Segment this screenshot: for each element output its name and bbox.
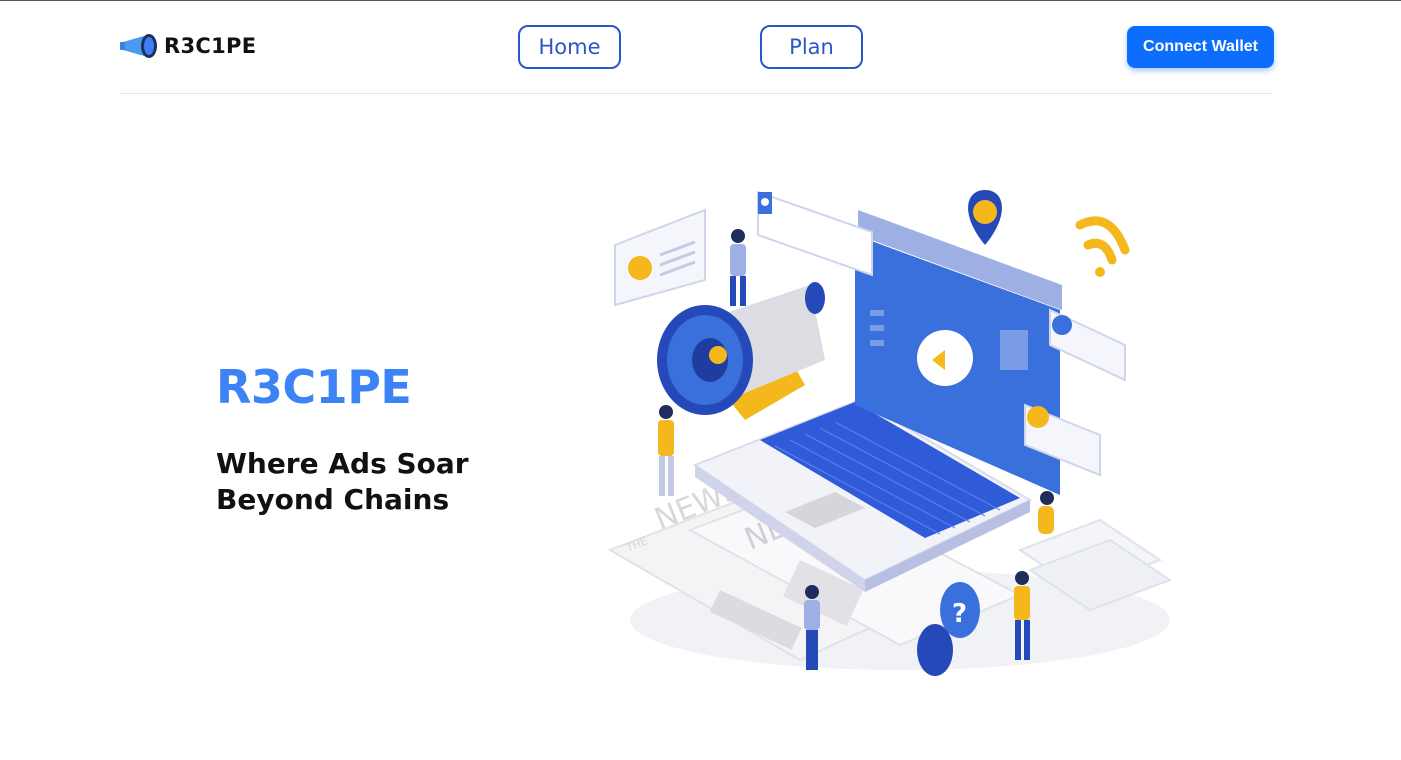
wifi-signal-graphic <box>1075 216 1130 277</box>
brand[interactable]: R3C1PE <box>120 32 256 60</box>
nav-home-button[interactable]: Home <box>518 25 621 69</box>
svg-text:?: ? <box>952 599 967 629</box>
connect-wallet-button[interactable]: Connect Wallet <box>1127 26 1274 68</box>
hero-title: R3C1PE <box>216 360 412 414</box>
location-pin-graphic <box>968 190 1002 245</box>
navbar: R3C1PE Home Plan Connect Wallet <box>120 0 1274 94</box>
megaphone-icon <box>120 34 157 58</box>
digital-marketing-illustration: NEWS THE NEWS <box>607 190 1173 676</box>
hero-subtitle: Where Ads Soar Beyond Chains <box>216 447 469 516</box>
search-bar-graphic <box>757 190 873 277</box>
brand-name: R3C1PE <box>164 34 257 58</box>
nav-plan-button[interactable]: Plan <box>760 25 863 69</box>
